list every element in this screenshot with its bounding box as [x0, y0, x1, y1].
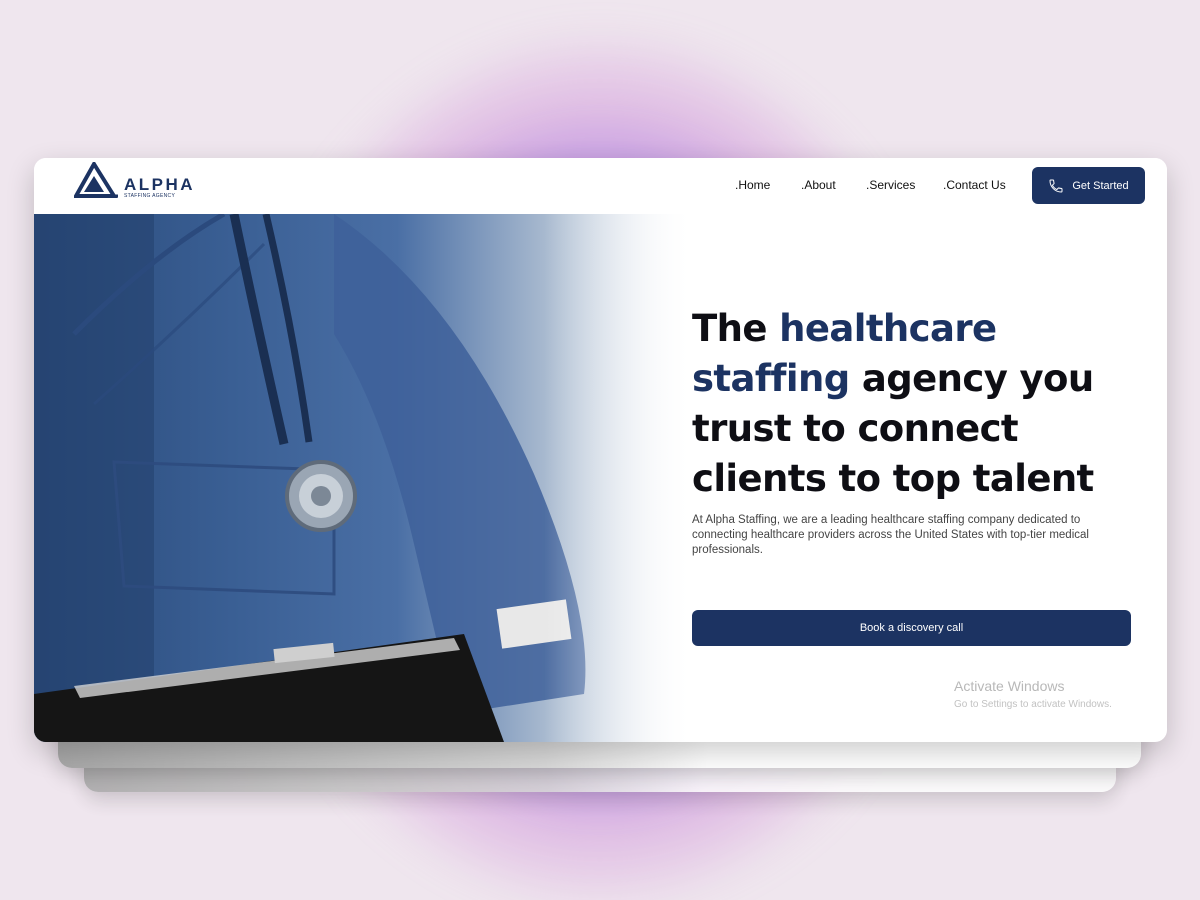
headline-lead: The	[692, 307, 780, 350]
activate-windows-subtitle: Go to Settings to activate Windows.	[954, 699, 1112, 710]
nav-link-services[interactable]: .Services	[866, 178, 915, 192]
brand-tagline: STAFFING AGENCY	[124, 193, 176, 199]
brand-logo[interactable]: ALPHA STAFFING AGENCY	[74, 162, 214, 202]
navbar: ALPHA STAFFING AGENCY .Home .About .Serv…	[34, 158, 1167, 214]
logo-triangle-icon	[74, 162, 118, 198]
nav-link-home[interactable]: .Home	[735, 178, 770, 192]
hero-image	[34, 214, 694, 742]
website-preview-card: ALPHA STAFFING AGENCY .Home .About .Serv…	[34, 158, 1167, 742]
get-started-button[interactable]: Get Started	[1032, 167, 1145, 204]
hero-description: At Alpha Staffing, we are a leading heal…	[692, 514, 1089, 556]
phone-icon	[1049, 179, 1063, 193]
activate-windows-title: Activate Windows	[954, 678, 1065, 694]
book-discovery-call-button[interactable]: Book a discovery call	[692, 610, 1131, 646]
get-started-label: Get Started	[1072, 179, 1129, 192]
book-discovery-call-label: Book a discovery call	[859, 622, 964, 634]
nav-link-contact[interactable]: .Contact Us	[943, 178, 1006, 192]
nav-link-about[interactable]: .About	[801, 178, 836, 192]
hero-headline: The healthcare staffing agency you trust…	[692, 304, 1132, 504]
brand-name: ALPHA	[124, 175, 196, 194]
hero-image-fade	[544, 214, 694, 742]
